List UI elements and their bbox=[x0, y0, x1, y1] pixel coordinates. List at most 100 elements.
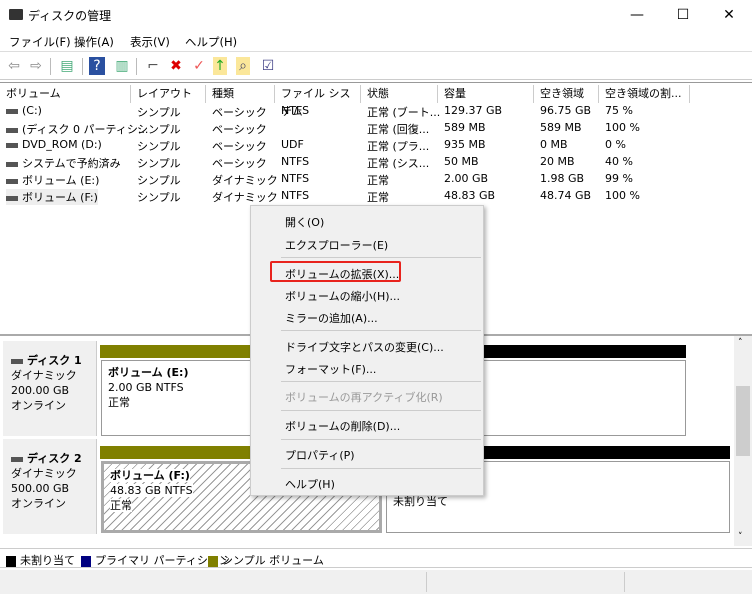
table-cell: シンプル bbox=[137, 157, 181, 170]
drive-icon bbox=[6, 195, 18, 201]
menu-item-delete-volume[interactable]: ボリュームの削除(D)... bbox=[285, 418, 400, 434]
table-cell: シンプル bbox=[137, 140, 181, 153]
highlight-extend-volume bbox=[270, 261, 401, 282]
column-volume[interactable]: ボリューム bbox=[0, 85, 131, 103]
table-cell: シンプル bbox=[137, 174, 181, 187]
table-cell: 96.75 GB bbox=[540, 104, 592, 117]
disk-type: ダイナミック bbox=[11, 369, 77, 382]
properties-icon[interactable]: ☑ bbox=[258, 57, 278, 75]
table-cell: 1.98 GB bbox=[540, 172, 585, 185]
table-row[interactable]: システムで予約済み シンプル ベーシック NTFS 正常 (シス... 50 MB 20 M… bbox=[0, 154, 752, 171]
up-folder-icon[interactable]: ↑ bbox=[213, 57, 227, 75]
console-tree-icon[interactable]: ▤ bbox=[57, 57, 77, 75]
disk-icon bbox=[11, 456, 23, 462]
action-pane-icon[interactable]: ▥ bbox=[112, 57, 132, 75]
table-cell: 40 % bbox=[605, 155, 633, 168]
column-status[interactable]: 状態 bbox=[361, 85, 438, 103]
table-cell: シンプル bbox=[137, 191, 181, 204]
table-cell: 99 % bbox=[605, 172, 633, 185]
table-cell: ベーシック bbox=[212, 140, 267, 153]
menu-item-shrink-volume[interactable]: ボリュームの縮小(H)... bbox=[285, 288, 400, 304]
scroll-up-icon[interactable]: ˄ bbox=[738, 338, 743, 348]
column-type[interactable]: 種類 bbox=[206, 85, 275, 103]
partition-name: ボリューム (E:) bbox=[108, 366, 189, 379]
partition-name: ボリューム (F:) bbox=[110, 469, 190, 482]
table-cell: 0 MB bbox=[540, 138, 568, 151]
table-row[interactable]: (ディスク 0 パーティシ... シンプル ベーシック 正常 (回復... 589 MB… bbox=[0, 120, 752, 137]
column-capacity[interactable]: 容量 bbox=[438, 85, 534, 103]
menu-item-explore[interactable]: エクスプローラー(E) bbox=[285, 237, 388, 253]
table-cell: 0 % bbox=[605, 138, 626, 151]
menu-bar: ファイル(F) 操作(A) 表示(V) ヘルプ(H) bbox=[0, 30, 752, 52]
unallocated-label: 未割り当て bbox=[393, 495, 448, 508]
table-cell: 正常 bbox=[367, 174, 389, 187]
scroll-down-icon[interactable]: ˅ bbox=[738, 532, 743, 542]
table-cell: ベーシック bbox=[212, 123, 267, 136]
menu-help[interactable]: ヘルプ(H) bbox=[185, 34, 237, 50]
partition-status: 正常 bbox=[110, 499, 132, 512]
legend-simple-volume: シンプル ボリューム bbox=[208, 552, 324, 568]
table-cell: (C:) bbox=[6, 104, 42, 117]
menu-item-help[interactable]: ヘルプ(H) bbox=[285, 476, 335, 492]
disk-status: オンライン bbox=[11, 497, 66, 510]
disk-1-label[interactable]: ディスク 1 ダイナミック 200.00 GB オンライン bbox=[3, 341, 97, 436]
menu-item-open[interactable]: 開く(O) bbox=[285, 214, 324, 230]
toolbar: ⇦ ⇨ ▤ ? ▥ ⌐ ✖ ✓ ↑ ⌕ ☑ bbox=[0, 53, 752, 80]
table-cell: ダイナミック bbox=[212, 174, 278, 187]
table-row[interactable]: ボリューム (F:) シンプル ダイナミック NTFS 正常 48.83 GB 48.74 … bbox=[0, 188, 752, 205]
drive-icon bbox=[6, 161, 18, 167]
menu-action[interactable]: 操作(A) bbox=[74, 34, 114, 50]
legend-unallocated: 未割り当て bbox=[6, 552, 75, 568]
disk-size: 200.00 GB bbox=[11, 384, 70, 397]
table-cell: ダイナミック bbox=[212, 191, 278, 204]
column-layout[interactable]: レイアウト bbox=[131, 85, 206, 103]
scroll-thumb[interactable] bbox=[736, 386, 750, 456]
menu-file[interactable]: ファイル(F) bbox=[9, 34, 71, 50]
minimize-button[interactable]: — bbox=[614, 0, 660, 30]
partition-status: 正常 bbox=[108, 396, 130, 409]
table-row[interactable]: (C:) シンプル ベーシック NTFS 正常 (ブート... 129.37 GB 96.7… bbox=[0, 103, 752, 120]
maximize-button[interactable]: ☐ bbox=[660, 0, 706, 30]
close-button[interactable]: ✕ bbox=[706, 0, 752, 30]
menu-separator bbox=[281, 257, 481, 258]
status-bar bbox=[0, 570, 752, 594]
disk-status: オンライン bbox=[11, 399, 66, 412]
disk-2-label[interactable]: ディスク 2 ダイナミック 500.00 GB オンライン bbox=[3, 439, 97, 534]
table-cell: 129.37 GB bbox=[444, 104, 503, 117]
check-icon[interactable]: ✓ bbox=[189, 57, 209, 75]
menu-separator bbox=[281, 468, 481, 469]
menu-view[interactable]: 表示(V) bbox=[130, 34, 170, 50]
table-cell: 589 MB bbox=[444, 121, 486, 134]
disk-management-icon bbox=[9, 9, 23, 20]
help-icon[interactable]: ? bbox=[89, 57, 105, 75]
table-cell: DVD_ROM (D:) bbox=[6, 138, 102, 151]
search-folder-icon[interactable]: ⌕ bbox=[236, 57, 250, 75]
partition-info: 48.83 GB NTFS bbox=[110, 484, 193, 497]
table-row[interactable]: ボリューム (E:) シンプル ダイナミック NTFS 正常 2.00 GB 1.98 GB… bbox=[0, 171, 752, 188]
table-cell: UDF bbox=[281, 138, 304, 151]
menu-item-format[interactable]: フォーマット(F)... bbox=[285, 361, 376, 377]
menu-item-add-mirror[interactable]: ミラーの追加(A)... bbox=[285, 310, 378, 326]
drive-icon bbox=[6, 142, 18, 148]
table-cell: ベーシック bbox=[212, 157, 267, 170]
forward-icon[interactable]: ⇨ bbox=[26, 57, 46, 75]
connect-drive-icon[interactable]: ⌐ bbox=[143, 57, 163, 75]
drive-icon bbox=[6, 127, 18, 133]
table-cell: NTFS bbox=[281, 189, 310, 202]
column-filesystem[interactable]: ファイル システム bbox=[275, 85, 361, 118]
drive-icon bbox=[6, 178, 18, 184]
title-bar: ディスクの管理 — ☐ ✕ bbox=[0, 0, 752, 30]
table-row[interactable]: DVD_ROM (D:) シンプル ベーシック UDF 正常 (プラ... 935 MB 0… bbox=[0, 137, 752, 154]
back-icon[interactable]: ⇦ bbox=[4, 57, 24, 75]
column-free[interactable]: 空き領域 bbox=[534, 85, 599, 103]
table-cell: 48.83 GB bbox=[444, 189, 496, 202]
table-cell: NTFS bbox=[281, 155, 310, 168]
table-cell: (ディスク 0 パーティシ... bbox=[6, 121, 148, 137]
disk-name: ディスク 2 bbox=[27, 452, 82, 465]
vertical-scrollbar[interactable]: ˄ ˅ bbox=[734, 336, 752, 546]
column-free-percent[interactable]: 空き領域の割... bbox=[599, 85, 690, 103]
menu-item-change-drive-letter[interactable]: ドライブ文字とパスの変更(C)... bbox=[285, 339, 444, 355]
table-cell: 48.74 GB bbox=[540, 189, 592, 202]
menu-item-properties[interactable]: プロパティ(P) bbox=[285, 447, 355, 463]
delete-icon[interactable]: ✖ bbox=[166, 57, 186, 75]
